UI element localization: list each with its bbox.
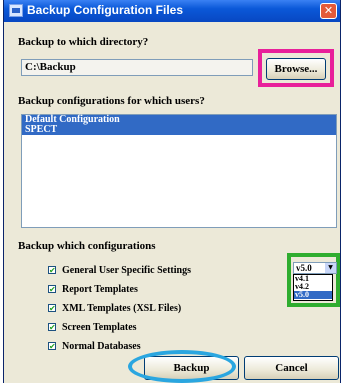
configs-label: Backup which configurations xyxy=(18,240,156,252)
option-label: Report Templates xyxy=(62,284,138,295)
browse-button[interactable]: Browse... xyxy=(266,58,326,80)
list-item-spect[interactable]: SPECT xyxy=(22,125,336,135)
app-icon xyxy=(9,4,23,17)
title-bar[interactable]: Backup Configuration Files ✕ xyxy=(4,0,340,22)
version-select-value: v5.0 xyxy=(296,263,312,273)
list-item-default-configuration[interactable]: Default Configuration xyxy=(22,115,336,125)
chevron-down-icon[interactable]: ▼ xyxy=(325,263,336,273)
checkbox-xml-templates[interactable]: ✔ xyxy=(48,304,56,313)
checkbox-screen-templates[interactable]: ✔ xyxy=(48,323,56,332)
version-option-v5-0[interactable]: v5.0 xyxy=(294,291,332,299)
close-button[interactable]: ✕ xyxy=(320,3,337,19)
highlight-ellipse-backup xyxy=(128,350,236,383)
users-label: Backup configurations for which users? xyxy=(18,95,205,107)
version-dropdown-list[interactable]: v4.1 v4.2 v5.0 xyxy=(293,274,333,301)
users-list[interactable]: Default Configuration SPECT xyxy=(21,114,337,228)
checkbox-report-templates[interactable]: ✔ xyxy=(48,285,56,294)
option-label: Screen Templates xyxy=(62,322,137,333)
checkbox-normal-databases[interactable]: ✔ xyxy=(48,342,56,351)
checkbox-general-user-settings[interactable]: ✔ xyxy=(48,266,56,275)
cancel-button[interactable]: Cancel xyxy=(244,356,339,380)
option-label: General User Specific Settings xyxy=(62,265,191,276)
directory-label: Backup to which directory? xyxy=(18,36,149,48)
backup-dialog: Backup Configuration Files ✕ Backup to w… xyxy=(3,0,341,383)
option-label: Normal Databases xyxy=(62,341,141,352)
directory-field[interactable]: C:\Backup xyxy=(21,59,253,76)
window-title: Backup Configuration Files xyxy=(27,3,184,17)
version-select[interactable]: v5.0 ▼ xyxy=(293,262,337,274)
option-label: XML Templates (XSL Files) xyxy=(62,303,182,314)
